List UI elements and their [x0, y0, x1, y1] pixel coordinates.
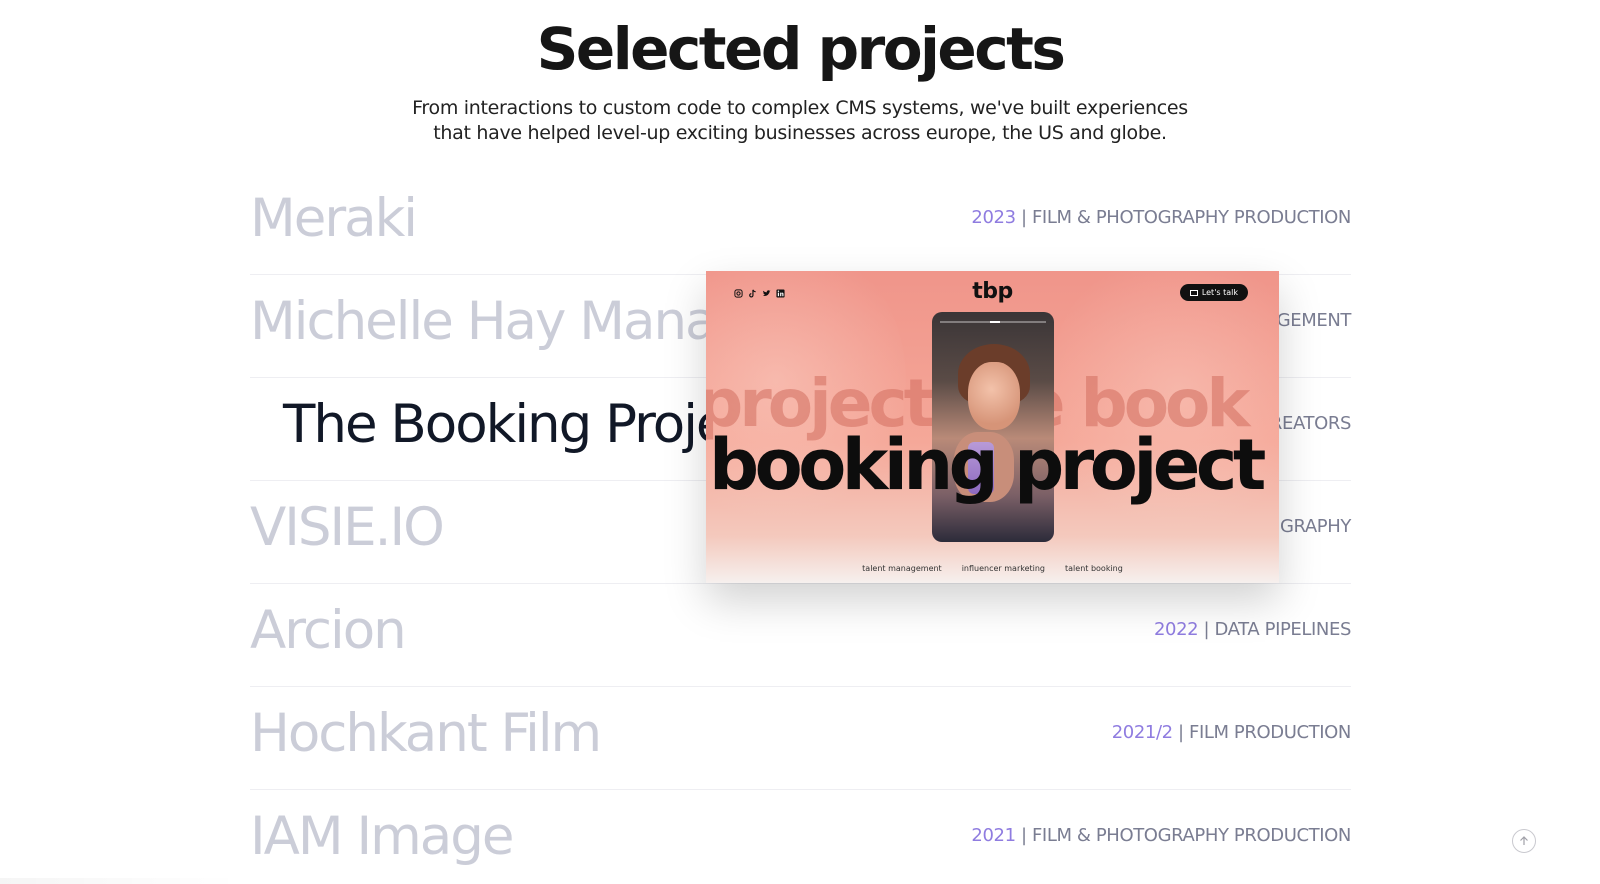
meta-separator: |: [1015, 825, 1032, 846]
subtitle-line-1: From interactions to custom code to comp…: [412, 97, 1188, 119]
project-year: 2022: [1153, 619, 1199, 640]
project-row-hochkant-film[interactable]: Hochkant Film 2021/2 | FILM PRODUCTION: [250, 687, 1351, 790]
project-category: FILM & PHOTOGRAPHY PRODUCTION: [1031, 825, 1351, 846]
phone-photo-face: [968, 362, 1020, 430]
bottom-edge-shadow: [0, 878, 240, 884]
project-category: DATA PIPELINES: [1214, 619, 1352, 640]
project-name: Hochkant Film: [250, 703, 602, 764]
preview-tag: influencer marketing: [961, 564, 1046, 573]
mail-icon: [1189, 289, 1198, 296]
project-year: 2021/2: [1111, 722, 1173, 743]
lets-talk-button: Let's talk: [1179, 284, 1248, 301]
subtitle-line-2: that have helped level-up exciting busin…: [433, 122, 1167, 144]
project-name: IAM Image: [250, 806, 514, 867]
page-title: Selected projects: [536, 15, 1066, 83]
preview-headline: booking project: [709, 424, 1266, 506]
project-category: GEMENT: [1276, 310, 1352, 331]
project-meta: 2021 | FILM & PHOTOGRAPHY PRODUCTION: [971, 824, 1351, 848]
project-meta: 2022 | DATA PIPELINES: [1154, 618, 1351, 642]
project-meta: GRAPHY: [1280, 515, 1351, 539]
project-row-meraki[interactable]: Meraki 2023 | FILM & PHOTOGRAPHY PRODUCT…: [250, 172, 1351, 275]
project-preview-image[interactable]: project the book tbp Let's talk: [706, 271, 1279, 583]
project-meta: REATORS: [1270, 412, 1351, 436]
project-year: 2023: [971, 207, 1016, 228]
arrow-up-icon: [1520, 836, 1528, 845]
project-name: Arcion: [250, 600, 407, 661]
meta-separator: |: [1198, 619, 1215, 640]
project-meta: 2021/2 | FILM PRODUCTION: [1111, 721, 1352, 745]
project-category: FILM & PHOTOGRAPHY PRODUCTION: [1031, 207, 1351, 228]
page-subtitle: From interactions to custom code to comp…: [0, 96, 1600, 146]
project-category: GRAPHY: [1279, 516, 1351, 537]
project-category: REATORS: [1269, 413, 1351, 434]
project-name: VISIE.IO: [250, 497, 445, 558]
preview-tag: talent booking: [1065, 564, 1123, 573]
meta-separator: |: [1015, 207, 1032, 228]
preview-tag: talent management: [862, 564, 942, 573]
page: Selected projects From interactions to c…: [0, 0, 1600, 884]
project-category: FILM PRODUCTION: [1188, 722, 1351, 743]
project-name: Michelle Hay Manag: [250, 291, 749, 352]
lets-talk-label: Let's talk: [1201, 288, 1238, 297]
project-meta: GEMENT: [1276, 309, 1352, 333]
project-row-arcion[interactable]: Arcion 2022 | DATA PIPELINES: [250, 584, 1351, 687]
project-year: 2021: [971, 825, 1016, 846]
meta-separator: |: [1172, 722, 1189, 743]
preview-tags: talent management influencer marketing t…: [706, 564, 1279, 573]
project-meta: 2023 | FILM & PHOTOGRAPHY PRODUCTION: [971, 206, 1351, 230]
project-name: Meraki: [250, 188, 418, 249]
project-row-iam-image[interactable]: IAM Image 2021 | FILM & PHOTOGRAPHY PROD…: [250, 790, 1351, 884]
project-name: The Booking Projec: [283, 394, 756, 455]
scroll-to-top-button[interactable]: [1512, 829, 1536, 853]
story-progress-bar: [940, 321, 1046, 323]
